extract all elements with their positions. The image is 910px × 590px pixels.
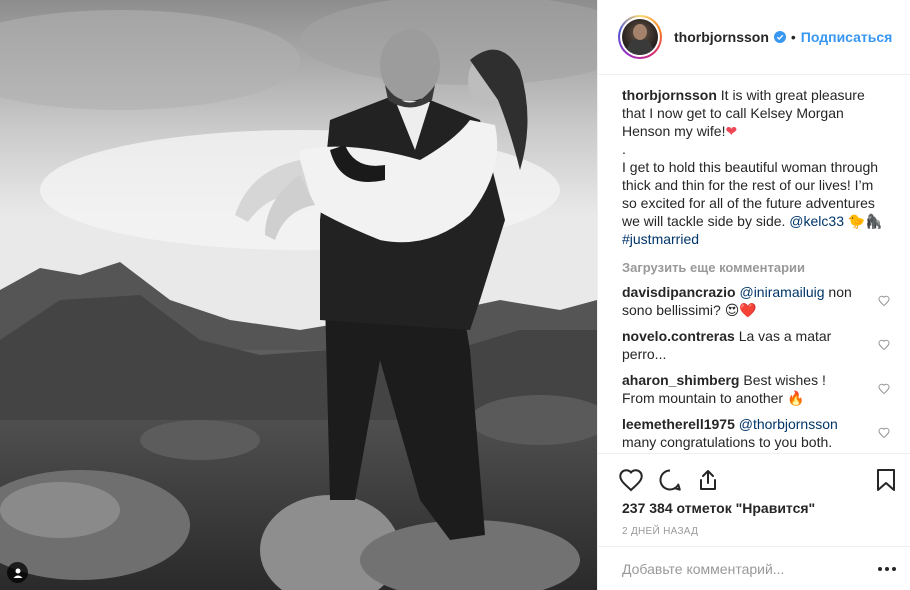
comment-mention[interactable]: @thorbjornsson [739, 416, 838, 432]
wedding-photo [0, 0, 597, 590]
caption-emojis: 🐤🦍 [847, 213, 883, 229]
comment-like-icon[interactable] [878, 425, 890, 443]
caption-username[interactable]: thorbjornsson [622, 87, 717, 103]
header-username[interactable]: thorbjornsson [674, 29, 769, 45]
comment-like-icon[interactable] [878, 293, 890, 311]
comment-username[interactable]: leemetherell1975 [622, 416, 735, 432]
verified-icon [773, 31, 786, 43]
follow-button[interactable]: Подписаться [801, 29, 893, 45]
caption-mention[interactable]: @kelc33 [789, 213, 844, 229]
post-photo[interactable] [0, 0, 597, 590]
heart-emoji-icon: ❤ [725, 123, 738, 139]
post-side-panel: thorbjornsson • Подписаться thorbjornsso… [597, 0, 910, 590]
header-separator: • [790, 29, 796, 45]
comments-list[interactable]: thorbjornsson It is with great pleasure … [598, 86, 910, 453]
comment-item: novelo.contreras La vas a matar perro... [622, 327, 890, 363]
comment-mention[interactable]: @iniramailuig [739, 284, 824, 300]
comment-username[interactable]: novelo.contreras [622, 328, 735, 344]
post-timestamp[interactable]: 2 дней назад [598, 526, 910, 537]
post-header: thorbjornsson • Подписаться [598, 0, 910, 75]
bookmark-icon[interactable] [875, 468, 897, 492]
share-icon[interactable] [696, 468, 720, 492]
load-more-comments[interactable]: Загрузить еще комментарии [622, 260, 890, 275]
more-icon[interactable] [877, 566, 897, 572]
heart-icon[interactable] [618, 468, 644, 492]
profile-picture [622, 19, 658, 55]
post-actions: 237 384 отметок "Нравится" 2 дней назад [598, 453, 910, 590]
comment-item: leemetherell1975 @thorbjornsson many con… [622, 415, 890, 453]
comment-like-icon[interactable] [878, 337, 890, 355]
caption-separator: . [622, 141, 626, 157]
comment-username[interactable]: aharon_shimberg [622, 372, 739, 388]
comment-item: davisdipancrazio @iniramailuig non sono … [622, 283, 890, 319]
action-icons-row [598, 454, 910, 498]
comment-emoji: 😍❤️ [724, 302, 757, 318]
caption-hashtag[interactable]: #justmarried [622, 231, 699, 247]
comment-text: many congratulations to you both. Enjoy … [622, 434, 833, 453]
comment-emoji: 🔥 [786, 390, 805, 406]
post-caption: thorbjornsson It is with great pleasure … [622, 86, 890, 248]
add-comment-bar [598, 546, 910, 590]
comment-item: aharon_shimberg Best wishes ! From mount… [622, 371, 890, 407]
comment-input[interactable] [622, 560, 877, 577]
user-tag-icon[interactable] [7, 562, 28, 583]
comment-username[interactable]: davisdipancrazio [622, 284, 736, 300]
comment-icon[interactable] [658, 468, 682, 492]
comment-like-icon[interactable] [878, 381, 890, 399]
avatar[interactable] [618, 15, 662, 59]
likes-count[interactable]: 237 384 отметок "Нравится" [598, 500, 910, 516]
